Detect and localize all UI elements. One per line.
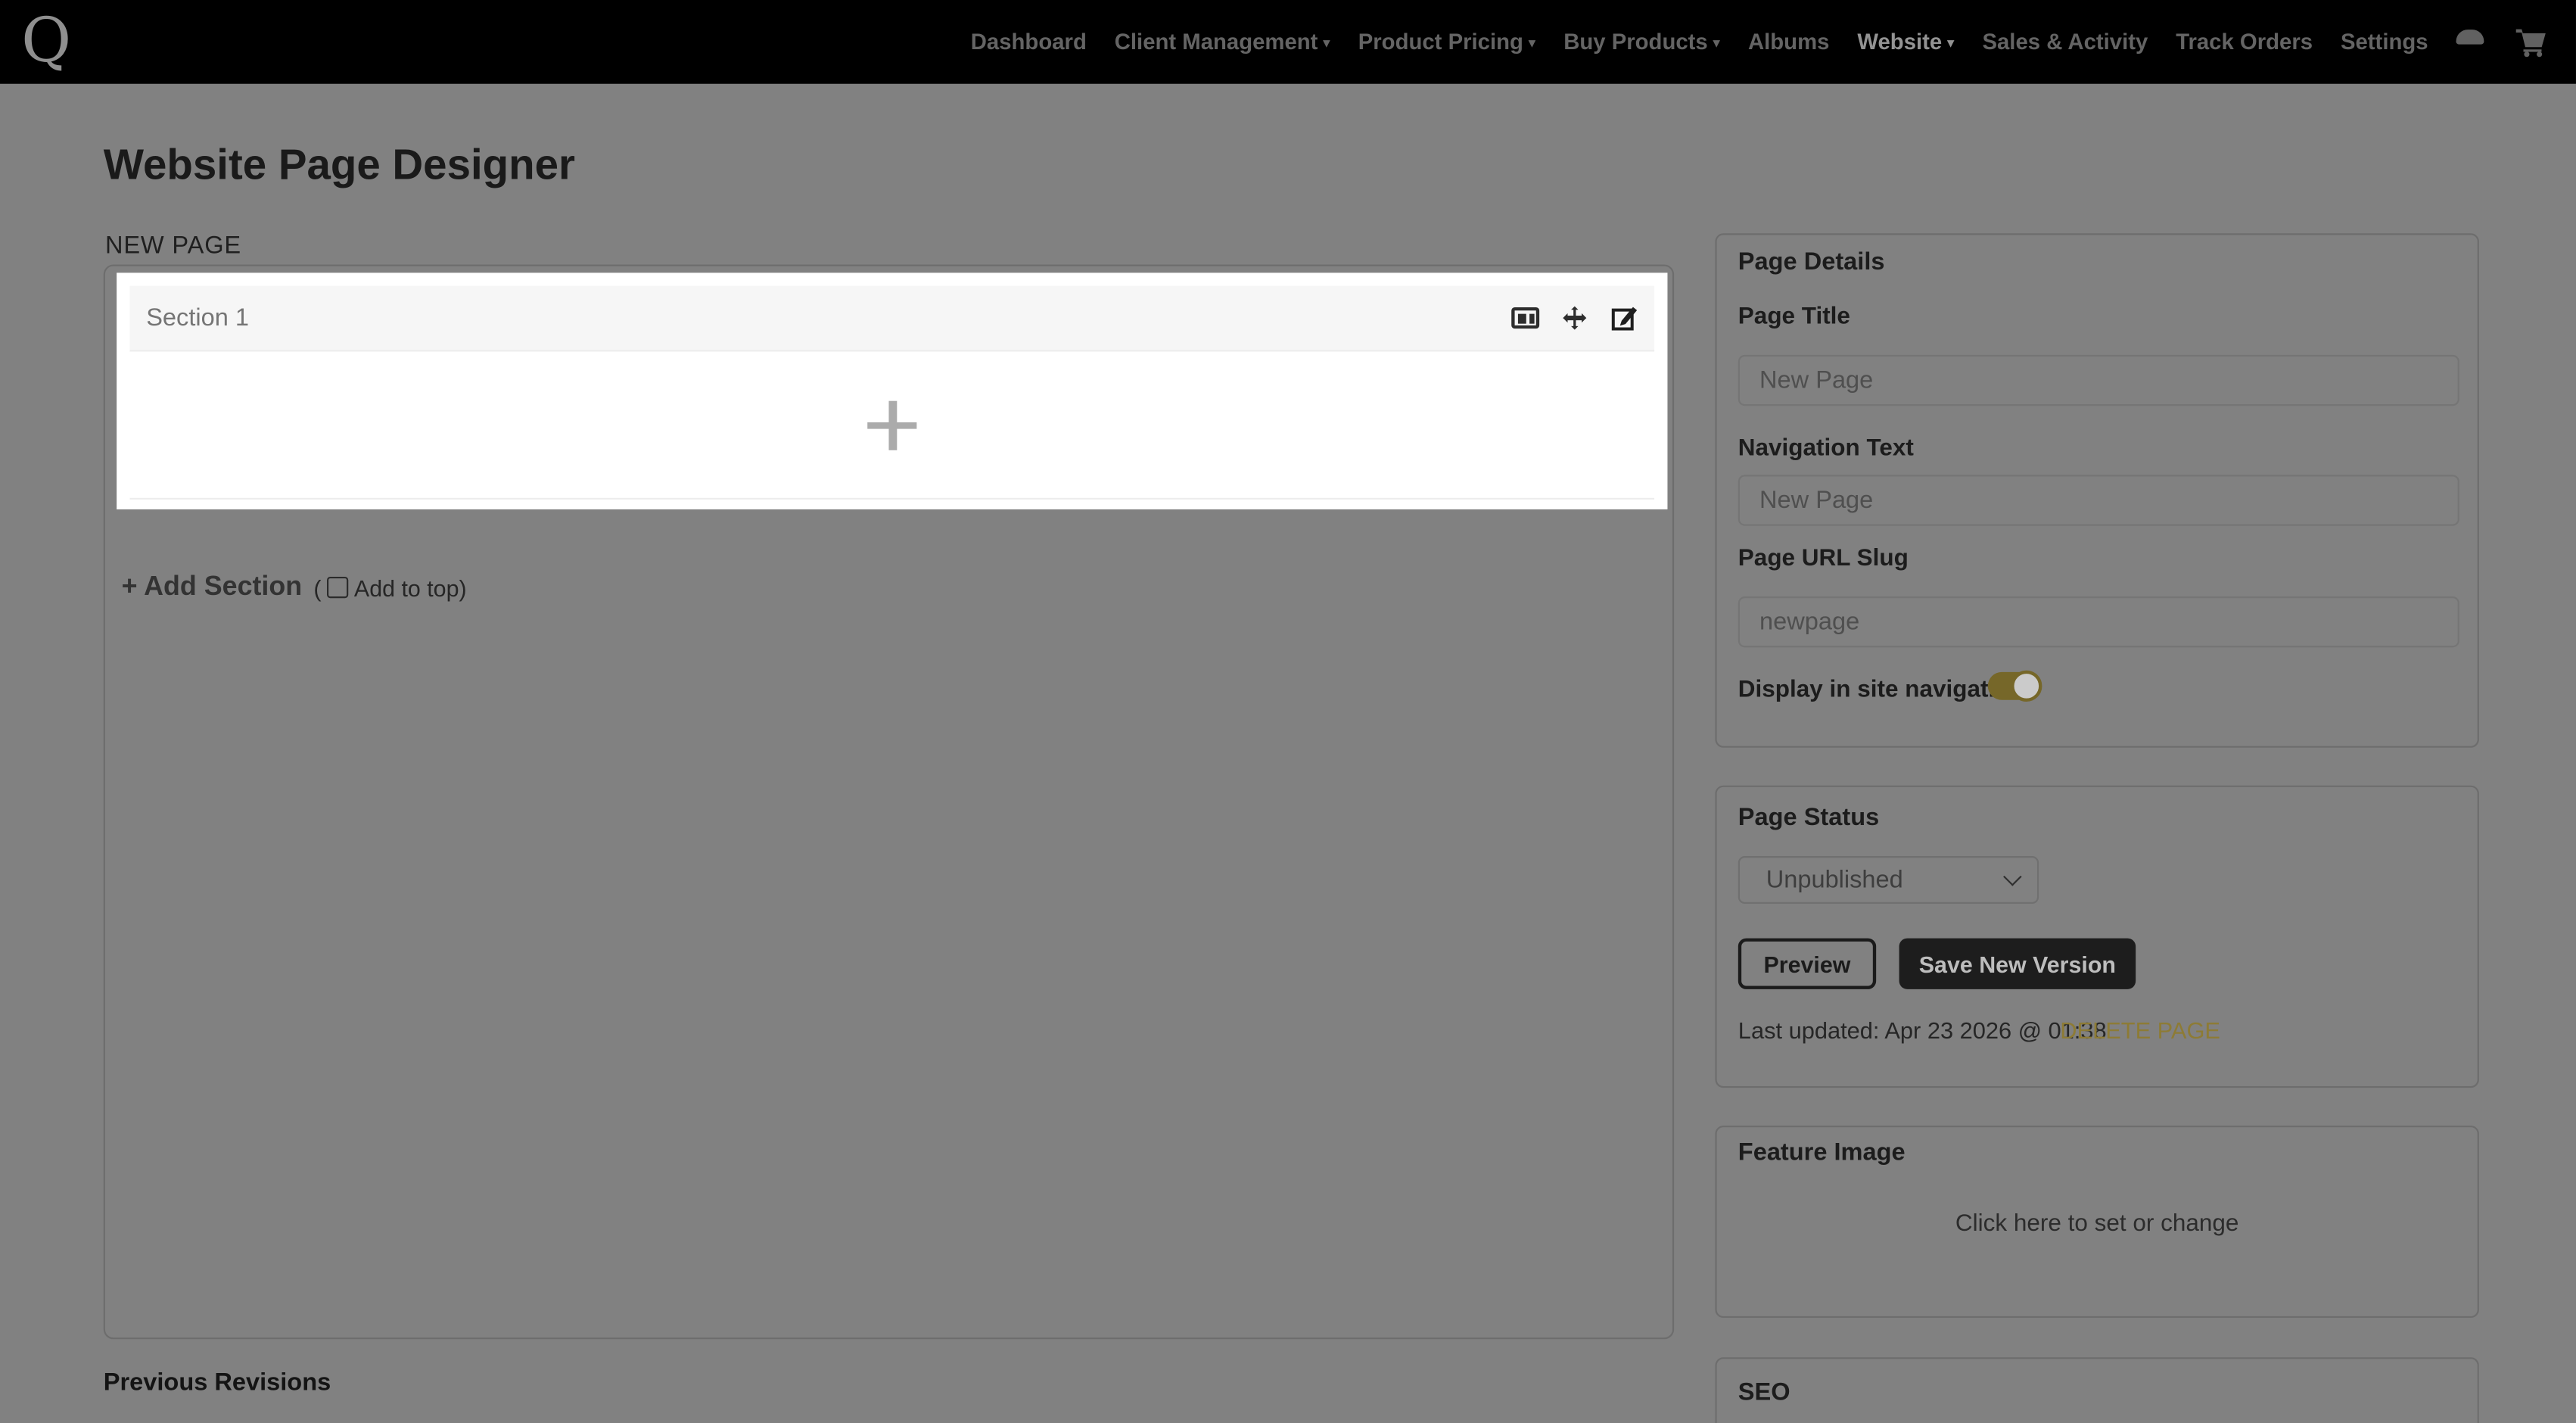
feature-image-card: Feature Image Click here to set or chang…	[1715, 1126, 2479, 1319]
page-status-value: Unpublished	[1766, 866, 1903, 894]
top-navbar: Q Dashboard Client Management ▾ Product P…	[0, 0, 2576, 84]
nav-item-track-orders[interactable]: Track Orders	[2176, 30, 2313, 54]
nav-item-client-management[interactable]: Client Management ▾	[1115, 30, 1330, 54]
page-status-card: Page Status Unpublished Preview Save New…	[1715, 785, 2479, 1088]
section-title: Section 1	[146, 304, 249, 332]
section-layout-icon[interactable]	[1511, 307, 1540, 329]
paren-open: (	[313, 574, 322, 601]
add-section-button[interactable]: + Add Section	[122, 571, 303, 603]
page-url-slug-label: Page URL Slug	[1738, 545, 1909, 572]
section-header[interactable]: Section 1	[129, 285, 1655, 352]
page-name-label: NEW PAGE	[104, 232, 241, 260]
last-updated-text: Last updated: Apr 23 2026 @ 01:38	[1738, 1018, 2107, 1045]
caret-down-icon: ▾	[1322, 34, 1330, 51]
account-icon[interactable]	[2456, 28, 2485, 56]
shopping-cart-icon[interactable]	[2513, 27, 2548, 57]
page-details-title: Page Details	[1738, 248, 1885, 276]
nav-item-albums[interactable]: Albums	[1748, 30, 1829, 54]
delete-page-link[interactable]: DELETE PAGE	[2060, 1019, 2220, 1045]
section-card: Section 1	[129, 285, 1655, 500]
add-section-row: + Add Section ( Add to top)	[122, 571, 467, 603]
nav-item-product-pricing[interactable]: Product Pricing ▾	[1358, 30, 1536, 54]
plus-icon	[867, 400, 917, 450]
page-title: Website Page Designer	[103, 139, 575, 189]
add-to-top-label: Add to top)	[353, 574, 467, 601]
feature-image-set-link[interactable]: Click here to set or change	[1717, 1211, 2478, 1238]
preview-button[interactable]: Preview	[1738, 938, 1877, 989]
caret-down-icon: ▾	[1528, 34, 1536, 51]
brand-logo[interactable]: Q	[21, 0, 71, 83]
display-in-site-navigation-toggle[interactable]	[1987, 670, 2042, 702]
save-new-version-button[interactable]: Save New Version	[1899, 938, 2136, 989]
section-edit-icon[interactable]	[1610, 304, 1638, 332]
page-status-select[interactable]: Unpublished	[1738, 856, 2039, 904]
nav-item-buy-products[interactable]: Buy Products ▾	[1563, 30, 1720, 54]
nav-item-settings[interactable]: Settings	[2341, 30, 2428, 54]
seo-title: SEO	[1738, 1378, 1790, 1407]
navigation-text-input[interactable]	[1738, 475, 2459, 526]
add-to-top-checkbox[interactable]	[326, 576, 348, 599]
previous-revisions-heading: Previous Revisions	[103, 1369, 331, 1397]
caret-down-icon: ▾	[1946, 34, 1955, 51]
nav-item-website[interactable]: Website ▾	[1857, 30, 1954, 54]
nav-item-sales-activity[interactable]: Sales & Activity	[1982, 30, 2148, 54]
caret-down-icon: ▾	[1713, 34, 1721, 51]
chevron-down-icon	[2006, 873, 2021, 888]
page-designer-panel: Section 1 + Add Section (Add to top)	[103, 264, 1675, 1340]
page-status-title: Page Status	[1738, 803, 1880, 832]
page-canvas: Section 1	[117, 272, 1668, 509]
seo-card: SEO	[1715, 1357, 2479, 1423]
nav-menu: Dashboard Client Management ▾ Product Pri…	[971, 27, 2576, 57]
page-title-input[interactable]	[1738, 354, 2459, 406]
nav-item-dashboard[interactable]: Dashboard	[971, 30, 1087, 54]
display-in-site-navigation-label: Display in site navigation	[1738, 677, 2024, 704]
feature-image-title: Feature Image	[1738, 1138, 1906, 1167]
page-title-label: Page Title	[1738, 304, 1850, 331]
page-details-card: Page Details Page Title Navigation Text …	[1715, 233, 2479, 748]
navigation-text-label: Navigation Text	[1738, 435, 1914, 462]
page-url-slug-input[interactable]	[1738, 596, 2459, 648]
section-move-icon[interactable]	[1560, 304, 1588, 332]
add-block-area[interactable]	[129, 351, 1655, 500]
